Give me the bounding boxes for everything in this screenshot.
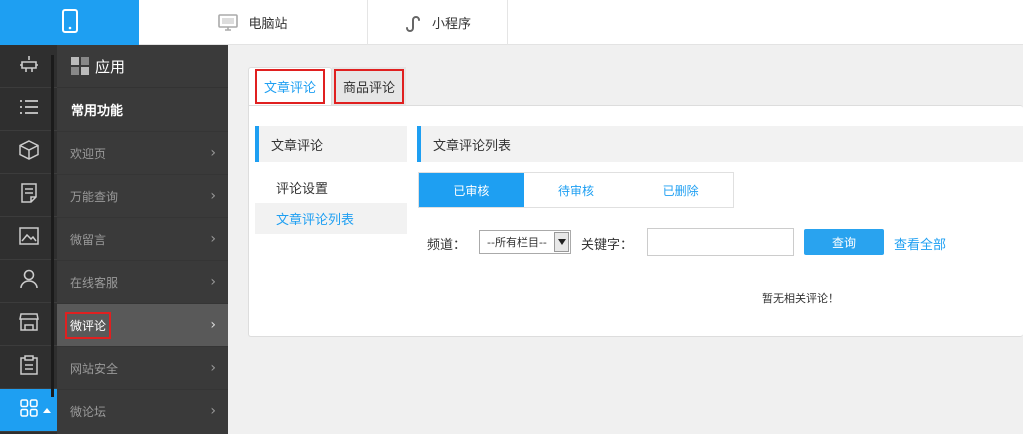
chevron-right-icon: ›	[210, 403, 216, 419]
submenu-group-label: 常用功能	[71, 104, 124, 119]
clipboard-icon	[19, 355, 38, 379]
panel-title: 文章评论列表	[417, 126, 1023, 162]
side-nav-list[interactable]: 文章评论列表	[255, 203, 407, 234]
box-icon	[18, 140, 39, 164]
scrollbar[interactable]	[51, 55, 54, 397]
chevron-right-icon: ›	[210, 145, 216, 161]
main-content: 文章评论 商品评论 文章评论 评论设置 文章评论列表 文章评论列表 已审核 待审…	[228, 45, 1023, 434]
keyword-input[interactable]	[647, 228, 794, 256]
search-button[interactable]: 查询	[804, 229, 884, 255]
image-icon	[18, 227, 39, 249]
submenu-item-comment[interactable]: 微评论 ›	[57, 303, 228, 346]
mobile-icon	[61, 8, 78, 37]
tab-article-comments[interactable]: 文章评论	[248, 67, 332, 105]
empty-message: 暂无相关评论！	[762, 292, 839, 305]
monitor-icon	[218, 13, 239, 32]
submenu-item-label: 微评论	[64, 311, 112, 339]
submenu-item-label: 万能查询	[70, 189, 119, 204]
rail-item-document[interactable]	[0, 174, 57, 217]
apps-icon	[19, 399, 38, 421]
tab-pc-site[interactable]: 电脑站	[139, 0, 368, 45]
tab-label: 商品评论	[333, 68, 405, 104]
rail-item-list[interactable]	[0, 88, 57, 131]
user-icon	[19, 269, 39, 293]
caret-up-icon	[43, 408, 51, 413]
comment-side-nav: 文章评论 评论设置 文章评论列表	[255, 126, 407, 234]
tab-mini-label: 小程序	[431, 17, 471, 32]
view-all-link[interactable]: 查看全部	[894, 234, 946, 253]
tab-product-comments[interactable]: 商品评论	[332, 67, 406, 105]
status-tab-approved[interactable]: 已审核	[419, 173, 524, 207]
submenu-item-query[interactable]: 万能查询 ›	[57, 174, 228, 217]
rail-item-apps[interactable]	[0, 389, 57, 432]
rail-item-user[interactable]	[0, 260, 57, 303]
rail-item-image[interactable]	[0, 217, 57, 260]
rail-item-plugin[interactable]	[0, 45, 57, 88]
submenu-item-forum[interactable]: 微论坛 ›	[57, 389, 228, 432]
channel-select-value: --所有栏目--	[487, 236, 547, 249]
chevron-right-icon: ›	[210, 274, 216, 290]
chevron-right-icon: ›	[210, 317, 216, 333]
top-bar: 电脑站 小程序	[0, 0, 1023, 45]
chevron-right-icon: ›	[210, 188, 216, 204]
rail-item-clipboard[interactable]	[0, 346, 57, 389]
rail-item-store[interactable]	[0, 303, 57, 346]
dropdown-arrow-icon	[554, 232, 569, 252]
submenu-item-label: 欢迎页	[70, 146, 107, 161]
tab-pc-label: 电脑站	[248, 17, 288, 32]
submenu-title: 应用	[95, 57, 126, 76]
submenu-item-security[interactable]: 网站安全 ›	[57, 346, 228, 389]
status-tab-deleted[interactable]: 已删除	[628, 173, 733, 207]
submenu-item-label: 在线客服	[70, 275, 119, 290]
chevron-right-icon: ›	[210, 360, 216, 376]
status-tab-pending[interactable]: 待审核	[524, 173, 629, 207]
submenu-item-label: 微留言	[70, 232, 107, 247]
submenu-item-label: 微论坛	[70, 404, 107, 419]
channel-select[interactable]: --所有栏目--	[479, 230, 571, 254]
list-icon	[19, 99, 39, 119]
plugin-icon	[18, 54, 40, 78]
status-tabs: 已审核 待审核 已删除	[418, 172, 734, 208]
chevron-right-icon: ›	[210, 231, 216, 247]
submenu-item-welcome[interactable]: 欢迎页 ›	[57, 131, 228, 174]
submenu-item-label: 网站安全	[70, 361, 119, 376]
grid-icon	[71, 57, 89, 75]
submenu-item-message[interactable]: 微留言 ›	[57, 217, 228, 260]
comment-list-panel: 文章评论列表 已审核 待审核 已删除 频道： --所有栏目-- 关键字： 查询 …	[417, 126, 1023, 305]
store-icon	[18, 313, 39, 335]
filter-bar: 频道： --所有栏目-- 关键字： 查询 查看全部	[417, 228, 1023, 256]
comment-card: 文章评论 评论设置 文章评论列表 文章评论列表 已审核 待审核 已删除 频道： …	[248, 105, 1023, 337]
side-nav-title: 文章评论	[255, 126, 407, 162]
side-nav-settings[interactable]: 评论设置	[255, 172, 407, 203]
keyword-label: 关键字：	[581, 238, 634, 253]
icon-rail	[0, 45, 57, 434]
submenu-item-service[interactable]: 在线客服 ›	[57, 260, 228, 303]
submenu-header: 应用	[57, 45, 228, 88]
tab-label: 文章评论	[254, 69, 326, 104]
mobile-tab[interactable]	[0, 0, 139, 45]
channel-label: 频道：	[427, 238, 467, 253]
document-icon	[20, 183, 38, 207]
rail-item-box[interactable]	[0, 131, 57, 174]
link-icon	[404, 14, 422, 32]
tab-mini-program[interactable]: 小程序	[368, 0, 508, 45]
app-submenu: 应用 常用功能 欢迎页 › 万能查询 › 微留言 › 在线客服 › 微评论 › …	[57, 45, 228, 434]
